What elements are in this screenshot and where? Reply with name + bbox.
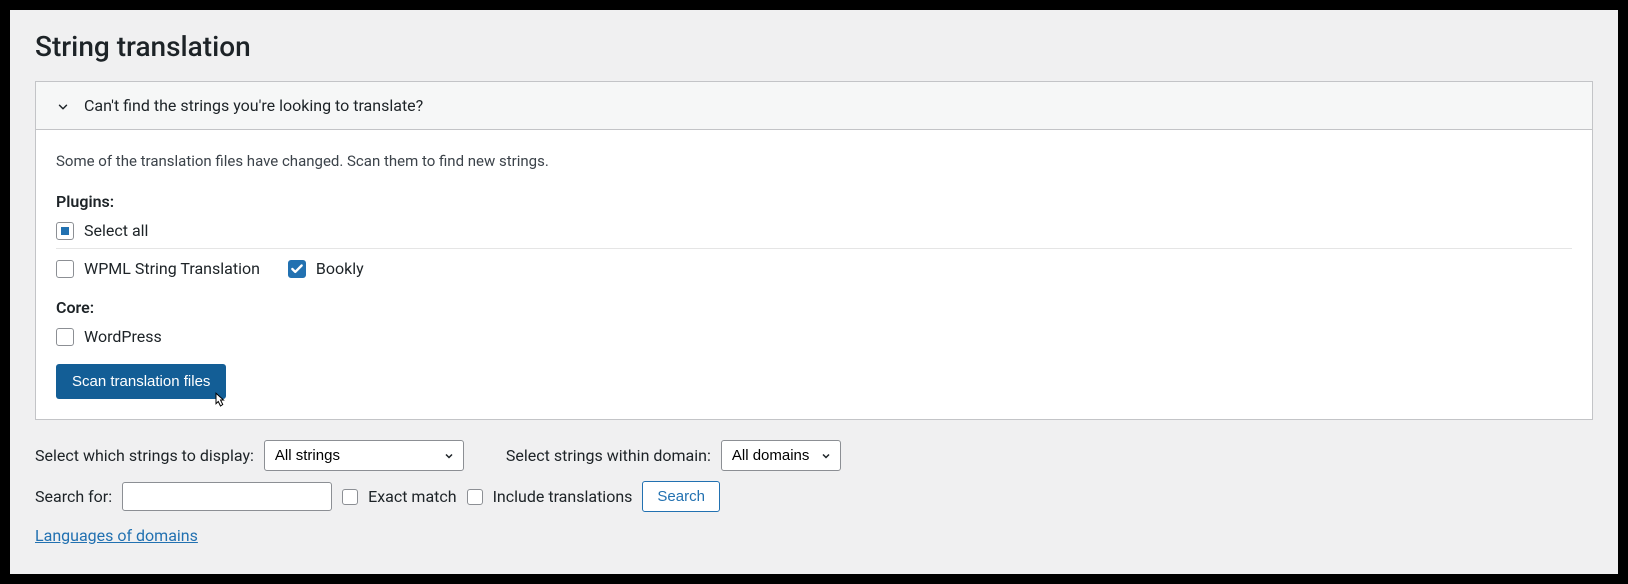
exact-match-checkbox[interactable] [342, 489, 358, 505]
panel-info-text: Some of the translation files have chang… [56, 152, 1572, 170]
plugin-wpml-checkbox[interactable] [56, 260, 74, 278]
plugin-item-wpml: WPML String Translation [56, 259, 260, 278]
languages-of-domains-link[interactable]: Languages of domains [35, 526, 198, 545]
chevron-down-icon [56, 99, 70, 113]
core-item-label: WordPress [84, 327, 162, 346]
plugin-item-label: WPML String Translation [84, 259, 260, 278]
cursor-pointer-icon [210, 391, 228, 411]
core-wordpress-checkbox[interactable] [56, 328, 74, 346]
include-translations-label: Include translations [493, 487, 633, 506]
core-item-row: WordPress [56, 323, 1572, 364]
plugin-item-bookly: Bookly [288, 259, 364, 278]
include-translations-checkbox[interactable] [467, 489, 483, 505]
panel-body: Some of the translation files have chang… [36, 130, 1592, 419]
select-all-row: Select all [56, 217, 1572, 249]
search-for-label: Search for: [35, 487, 112, 506]
plugins-section-label: Plugins: [56, 192, 1572, 211]
filters-section: Select which strings to display: All str… [35, 438, 1593, 545]
page-title: String translation [35, 30, 1593, 63]
plugin-list: WPML String Translation Bookly [56, 253, 1572, 298]
panel-header-title: Can't find the strings you're looking to… [84, 96, 423, 115]
select-all-label: Select all [84, 221, 148, 240]
display-strings-label: Select which strings to display: [35, 446, 254, 465]
search-button[interactable]: Search [642, 481, 720, 512]
panel-header-toggle[interactable]: Can't find the strings you're looking to… [36, 82, 1592, 130]
search-input[interactable] [122, 482, 332, 511]
domain-label: Select strings within domain: [506, 446, 711, 465]
plugin-bookly-checkbox[interactable] [288, 260, 306, 278]
scan-panel: Can't find the strings you're looking to… [35, 81, 1593, 420]
scan-translation-files-button[interactable]: Scan translation files [56, 364, 226, 399]
core-section-label: Core: [56, 298, 1572, 317]
plugin-item-label: Bookly [316, 259, 364, 278]
select-all-checkbox[interactable] [56, 222, 74, 240]
exact-match-label: Exact match [368, 487, 456, 506]
display-strings-select[interactable]: All strings [264, 440, 464, 471]
scan-button-label: Scan translation files [72, 373, 210, 390]
domain-select[interactable]: All domains [721, 440, 841, 471]
